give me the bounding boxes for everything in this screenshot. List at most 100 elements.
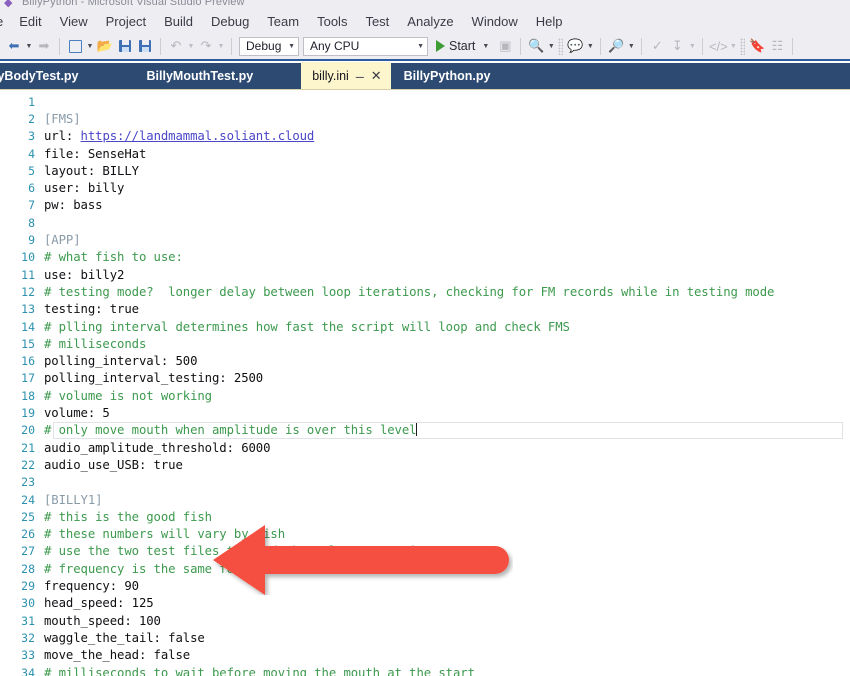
- bookmark-icon[interactable]: 🔖: [747, 35, 767, 57]
- save-icon[interactable]: [115, 35, 135, 57]
- new-project-icon[interactable]: [65, 35, 85, 57]
- code-line[interactable]: 7 pw: bass: [0, 197, 850, 214]
- code-line[interactable]: 29 frequency: 90: [0, 577, 850, 594]
- code-line[interactable]: 33 move_the_head: false: [0, 647, 850, 664]
- solution-platform-dropdown[interactable]: Any CPU ▼: [303, 36, 428, 56]
- find-icon[interactable]: 🔍: [526, 35, 546, 57]
- line-number: 17: [21, 371, 35, 386]
- menu-help[interactable]: Help: [527, 11, 572, 33]
- code-line-text: layout: BILLY: [44, 164, 139, 178]
- code-token-comment: # milliseconds to wait before moving the…: [44, 665, 475, 676]
- tab-label: BillyMouthTest.py: [146, 68, 254, 83]
- code-line[interactable]: 32 waggle_the_tail: false: [0, 629, 850, 646]
- code-token-link[interactable]: https://landmammal.soliant.cloud: [81, 129, 315, 143]
- attach-process-icon: ▣: [499, 38, 512, 53]
- code-line[interactable]: 3 url: https://landmammal.soliant.cloud: [0, 128, 850, 145]
- code-line[interactable]: 12 # testing mode? longer delay between l…: [0, 283, 850, 300]
- code-line[interactable]: 4 file: SenseHat: [0, 145, 850, 162]
- toolbar-grip[interactable]: [558, 37, 564, 55]
- code-line[interactable]: 27 # use the two test files to find the r…: [0, 543, 850, 560]
- tab-billypython[interactable]: BillyPython.py: [391, 62, 504, 89]
- code-line[interactable]: 15 # milliseconds: [0, 335, 850, 352]
- comment-dropdown-icon[interactable]: ▼: [585, 35, 595, 57]
- comment-icon[interactable]: 💬: [565, 35, 585, 57]
- line-number: 29: [21, 579, 35, 594]
- toolbar-grip[interactable]: [740, 37, 746, 55]
- line-number: 11: [21, 267, 35, 282]
- search-icon[interactable]: 🔎: [606, 35, 626, 57]
- line-number: 30: [21, 596, 35, 611]
- code-token-plain: url:: [44, 129, 81, 144]
- undo-icon: ↶: [170, 38, 182, 53]
- toolbar-divider: [792, 37, 794, 55]
- search-dropdown-icon[interactable]: ▼: [626, 35, 636, 57]
- menu-analyze[interactable]: Analyze: [398, 11, 462, 33]
- code-token-plain: frequency: 90: [44, 579, 139, 594]
- close-icon[interactable]: ✕: [371, 69, 382, 82]
- start-label: Start: [449, 39, 476, 53]
- pin-icon[interactable]: ⚊: [355, 70, 365, 81]
- tab-billymouthtest[interactable]: BillyMouthTest.py: [134, 62, 267, 89]
- menu-edit[interactable]: Edit: [10, 11, 50, 33]
- code-token-plain: audio_use_USB: true: [44, 457, 183, 472]
- menu-bar: e Edit View Project Build Debug Team Too…: [0, 11, 850, 33]
- code-line[interactable]: 5 layout: BILLY: [0, 162, 850, 179]
- code-line[interactable]: 25 # this is the good fish: [0, 508, 850, 525]
- navigate-forward-icon: ➡: [38, 38, 50, 53]
- code-token-section: [BILLY1]: [44, 492, 103, 507]
- code-line[interactable]: 30 head_speed: 125: [0, 595, 850, 612]
- code-editor[interactable]: 1 2 [FMS] 3 url: https://landmammal.soliant.…: [0, 91, 850, 676]
- code-line-text: frequency: 90: [44, 579, 139, 593]
- tab-billy-ini[interactable]: billy.ini ⚊ ✕: [301, 62, 391, 89]
- code-line[interactable]: 13 testing: true: [0, 301, 850, 318]
- tab-billybodytest[interactable]: lyBodyTest.py: [0, 62, 92, 89]
- menu-project[interactable]: Project: [97, 11, 155, 33]
- navigate-back-icon[interactable]: ⬅: [4, 35, 24, 57]
- find-dropdown-icon[interactable]: ▼: [546, 35, 556, 57]
- navigate-back-dropdown-icon[interactable]: ▼: [24, 35, 34, 57]
- code-token-plain: user: billy: [44, 181, 125, 196]
- code-line[interactable]: 34 # milliseconds to wait before moving t…: [0, 664, 850, 676]
- code-line[interactable]: 18 # volume is not working: [0, 387, 850, 404]
- menu-build[interactable]: Build: [155, 11, 202, 33]
- code-line[interactable]: 24 [BILLY1]: [0, 491, 850, 508]
- menu-view[interactable]: View: [51, 11, 97, 33]
- code-line[interactable]: 6 user: billy: [0, 180, 850, 197]
- code-line[interactable]: 20 # only move mouth when amplitude is ov…: [0, 422, 850, 439]
- line-number: 21: [21, 440, 35, 455]
- line-number: 12: [21, 284, 35, 299]
- menu-test[interactable]: Test: [356, 11, 398, 33]
- code-line[interactable]: 11 use: billy2: [0, 266, 850, 283]
- code-line[interactable]: 10 # what fish to use:: [0, 249, 850, 266]
- code-line-text: user: billy: [44, 181, 124, 195]
- code-line[interactable]: 22 audio_use_USB: true: [0, 456, 850, 473]
- new-project-dropdown-icon[interactable]: ▼: [85, 35, 95, 57]
- code-line[interactable]: 1: [0, 93, 850, 110]
- code-line[interactable]: 14 # plling interval determines how fast …: [0, 318, 850, 335]
- code-line[interactable]: 28 # frequency is the same for all motors: [0, 560, 850, 577]
- line-number: 15: [21, 336, 35, 351]
- code-line[interactable]: 2 [FMS]: [0, 110, 850, 127]
- menu-window[interactable]: Window: [463, 11, 527, 33]
- code-line[interactable]: 19 volume: 5: [0, 404, 850, 421]
- code-line[interactable]: 21 audio_amplitude_threshold: 6000: [0, 439, 850, 456]
- code-token-plain: move_the_head: false: [44, 648, 191, 663]
- solution-configuration-dropdown[interactable]: Debug ▼: [239, 36, 299, 56]
- code-line[interactable]: 16 polling_interval: 500: [0, 353, 850, 370]
- menu-file[interactable]: e: [0, 11, 10, 33]
- open-file-icon[interactable]: 📂: [95, 35, 115, 57]
- code-token-comment: # frequency is the same for all motors: [44, 561, 322, 576]
- code-line[interactable]: 9 [APP]: [0, 231, 850, 248]
- menu-team[interactable]: Team: [258, 11, 308, 33]
- code-line[interactable]: 17 polling_interval_testing: 2500: [0, 370, 850, 387]
- menu-tools[interactable]: Tools: [308, 11, 356, 33]
- start-debug-button[interactable]: Start ▼: [430, 35, 495, 57]
- line-number: 25: [21, 509, 35, 524]
- code-token-section: [FMS]: [44, 111, 81, 126]
- code-line[interactable]: 8: [0, 214, 850, 231]
- code-line[interactable]: 26 # these numbers will vary by fish: [0, 526, 850, 543]
- code-line[interactable]: 31 mouth_speed: 100: [0, 612, 850, 629]
- menu-debug[interactable]: Debug: [202, 11, 258, 33]
- save-all-icon[interactable]: [135, 35, 155, 57]
- code-line[interactable]: 23: [0, 474, 850, 491]
